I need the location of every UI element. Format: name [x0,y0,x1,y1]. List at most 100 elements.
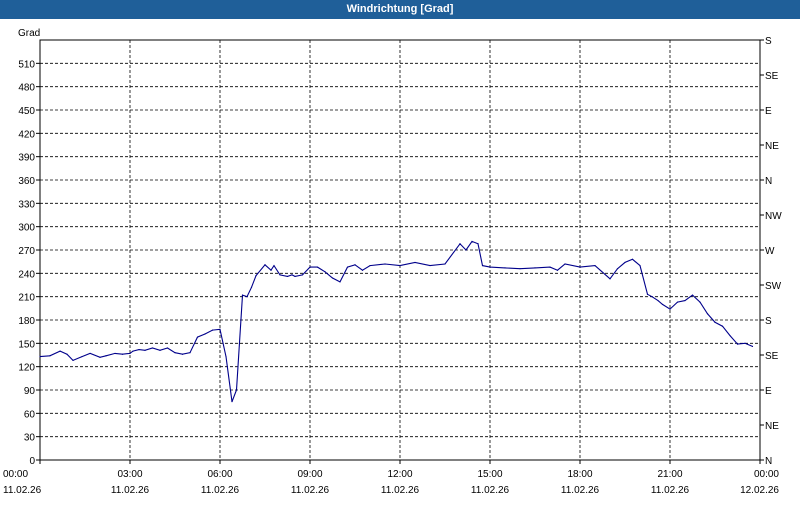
data-point [646,293,649,295]
y-tick-label: 240 [18,269,35,280]
data-point [151,347,154,349]
y-tick-label: 330 [18,199,35,210]
data-point [49,355,51,357]
data-point [751,345,754,348]
data-point [105,355,107,357]
y-tick-label: 270 [18,246,35,257]
data-point [399,264,401,267]
data-point [301,274,304,276]
x-tick-time-label: 18:00 [567,469,592,480]
data-point [241,294,244,296]
right-axis-label: NE [765,421,779,432]
data-point [669,308,671,310]
data-point [721,325,724,327]
data-point [138,348,140,351]
chart-area: 0 30 60 90 120 150 180 210 240 270 300 330 360 390 420… [0,19,800,500]
data-point [744,342,746,344]
data-point [579,266,581,268]
data-point [616,268,619,270]
data-point [459,243,461,245]
data-point [549,266,551,268]
data-point [81,355,83,358]
data-point [631,258,634,260]
y-tick-label: 120 [18,363,35,374]
x-tick-date-label: 12.02.26 [740,485,779,496]
right-axis-label: N [765,176,772,187]
data-point [294,275,296,278]
y-tick-label: 420 [18,129,35,140]
data-point [59,350,61,352]
data-point [114,352,116,355]
data-point [270,269,272,271]
data-point [255,275,257,277]
data-point [714,321,716,323]
data-point [369,264,371,267]
data-point [324,271,326,273]
data-point [465,249,467,251]
right-axis-label: S [765,316,772,327]
data-point [279,274,281,276]
wind-direction-chart: 0 30 60 90 120 150 180 210 240 270 300 330 360 390 420… [3,28,782,496]
x-tick-time-label: 00:00 [3,469,28,480]
x-tick-date-label: 11.02.26 [111,485,150,496]
data-point [624,261,626,264]
data-point [181,353,184,355]
x-tick-time-label: 09:00 [297,469,322,480]
right-axis-label: S [765,36,772,47]
data-point [519,268,521,270]
x-tick-date-label: 11.02.26 [651,485,690,496]
data-point [594,264,596,267]
x-tick-date-label: 11.02.26 [381,485,420,496]
data-point [429,264,431,267]
x-tick-time-label: 06:00 [207,469,232,480]
x-tick-date-label: 11.02.26 [3,485,42,496]
x-tick-time-label: 15:00 [477,469,502,480]
data-point [121,353,124,355]
right-axis-label: E [765,386,772,397]
data-point [556,269,559,271]
data-point [211,329,214,331]
data-point [609,278,611,280]
data-point [204,333,206,335]
data-point [481,264,484,267]
data-point [346,266,349,268]
x-tick-date-label: 11.02.26 [471,485,510,496]
data-point [89,352,91,355]
y-tick-label: 30 [24,433,36,444]
y-tick-label: 450 [18,106,35,117]
data-point [639,264,641,267]
data-point [489,266,491,268]
chart-title-bar: Windrichtung [Grad] [0,0,800,19]
data-point [132,350,134,352]
right-axis-label: NW [765,211,782,222]
data-point [444,263,446,265]
data-point [309,266,311,268]
data-point [235,389,238,391]
right-axis-label: NE [765,141,779,152]
data-point [651,296,653,298]
data-point [477,243,479,245]
data-point [99,356,101,358]
x-tick-time-label: 03:00 [117,469,142,480]
right-axis-label: SE [765,71,779,82]
data-point [657,299,659,302]
data-point [225,355,227,358]
right-axis-label: N [765,456,772,467]
x-tick-date-label: 11.02.26 [201,485,240,496]
x-tick-date-label: 11.02.26 [291,485,330,496]
data-point [189,352,191,354]
right-axis-label: W [765,246,775,257]
data-point [174,352,176,354]
data-point [264,264,266,266]
right-axis-label: E [765,106,772,117]
data-point [339,281,341,283]
x-tick-time-label: 21:00 [657,469,682,480]
data-point [144,349,146,351]
data-point [286,275,289,278]
y-tick-label: 300 [18,223,35,234]
data-point [72,359,74,362]
data-point [219,328,221,330]
data-point [706,313,709,315]
data-point [504,267,506,269]
y-tick-label: 480 [18,83,35,94]
